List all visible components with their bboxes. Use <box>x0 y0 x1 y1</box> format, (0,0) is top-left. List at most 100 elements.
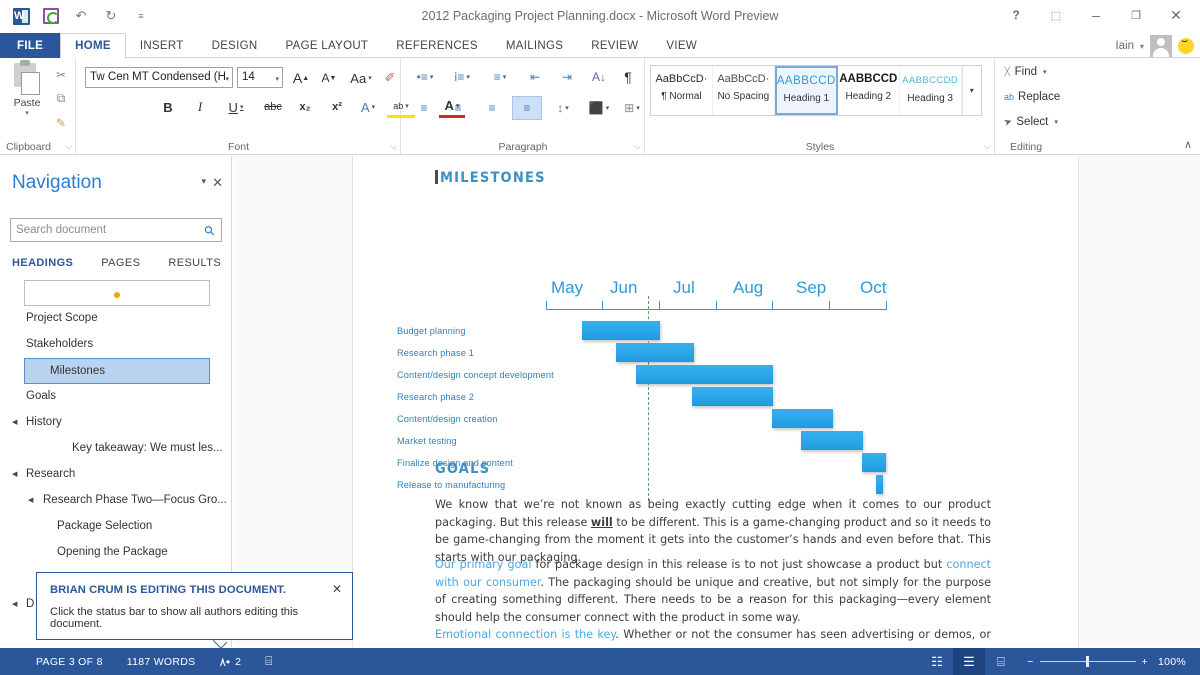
line-spacing-icon[interactable]: ↕▾ <box>548 97 578 119</box>
styles-dialog-launcher-icon[interactable]: ⌵ <box>984 141 991 152</box>
tab-home[interactable]: HOME <box>60 33 126 59</box>
account-chevron-down-icon[interactable]: ▾ <box>1140 42 1144 51</box>
justify-button[interactable]: ≡ <box>512 96 542 120</box>
text-effects-icon[interactable]: A▾ <box>355 96 381 118</box>
format-painter-icon[interactable]: ✎ <box>50 112 72 133</box>
strikethrough-button[interactable]: abc <box>259 96 287 118</box>
clear-formatting-icon[interactable]: ✐ <box>379 67 401 89</box>
find-chevron-down-icon[interactable]: ▾ <box>1043 68 1047 76</box>
shrink-font-icon[interactable]: A▼ <box>317 67 341 89</box>
web-layout-button[interactable]: ⌸ <box>985 648 1017 675</box>
heading-research[interactable]: ◀ Research <box>0 462 232 488</box>
heading-history[interactable]: ◀ History <box>0 410 232 436</box>
tab-mailings[interactable]: MAILINGS <box>492 33 577 58</box>
heading-opening-the-package[interactable]: Opening the Package <box>0 540 232 566</box>
heading-placeholder-item[interactable] <box>0 280 232 306</box>
tab-view[interactable]: VIEW <box>652 33 711 58</box>
font-name-chevron-down-icon[interactable]: ▾ <box>225 75 229 83</box>
grow-font-icon[interactable]: A▲ <box>289 67 313 89</box>
help-button[interactable]: ? <box>996 2 1036 28</box>
styles-more-chevron-down-icon[interactable]: ▾ <box>962 66 981 115</box>
callout-close-icon[interactable]: ✕ <box>332 582 342 596</box>
select-chevron-down-icon[interactable]: ▾ <box>1054 118 1058 126</box>
expand-triangle-icon[interactable]: ◀ <box>12 592 17 618</box>
change-case-icon[interactable]: Aa▾ <box>347 67 375 89</box>
style-normal[interactable]: AaBbCcD· ¶ Normal <box>651 66 713 115</box>
select-button[interactable]: ➤ Select ▾ <box>1004 116 1058 128</box>
word-count[interactable]: 1187 WORDS <box>115 648 208 675</box>
decrease-indent-icon[interactable]: ⇤ <box>522 66 548 88</box>
borders-icon[interactable]: ⊞▾ <box>618 97 646 119</box>
navigation-options-chevron-down-icon[interactable]: ▾ <box>201 176 206 187</box>
heading-package-selection[interactable]: Package Selection <box>0 514 232 540</box>
replace-button[interactable]: ab Replace <box>1004 91 1060 103</box>
nav-tab-results[interactable]: RESULTS <box>154 257 235 269</box>
underline-button[interactable]: U▾ <box>221 96 251 118</box>
font-name-input[interactable]: Tw Cen MT Condensed (H ▾ <box>85 67 233 88</box>
minimize-button[interactable]: – <box>1076 2 1116 28</box>
document-area[interactable]: MILESTONES May Jun Jul Aug Sep Oct Budg <box>233 156 1200 647</box>
style-heading-2[interactable]: AABBCCD Heading 2 <box>838 66 900 115</box>
zoom-level[interactable]: 100% <box>1158 656 1200 668</box>
nav-tab-pages[interactable]: PAGES <box>87 257 154 269</box>
tab-page-layout[interactable]: PAGE LAYOUT <box>272 33 383 58</box>
zoom-control[interactable]: − + <box>1017 656 1158 668</box>
navigation-close-icon[interactable]: ✕ <box>212 175 223 191</box>
paste-chevron-down-icon[interactable]: ▾ <box>6 109 48 117</box>
italic-button[interactable]: I <box>189 96 211 118</box>
heading-stakeholders[interactable]: Stakeholders <box>0 332 232 358</box>
user-name-label[interactable]: Iain <box>1115 40 1134 52</box>
zoom-slider-thumb[interactable] <box>1086 656 1089 667</box>
search-document-box[interactable]: ⚲ <box>10 218 222 242</box>
heading-milestones[interactable]: Milestones <box>0 358 232 384</box>
heading-key-takeaway[interactable]: Key takeaway: We must les... <box>0 436 232 462</box>
restore-button[interactable]: ❐ <box>1116 2 1156 28</box>
nav-tab-headings[interactable]: HEADINGS <box>10 257 87 269</box>
heading-research-phase-two[interactable]: ◀ Research Phase Two—Focus Gro... <box>0 488 232 514</box>
zoom-out-button[interactable]: − <box>1027 656 1033 668</box>
tab-design[interactable]: DESIGN <box>198 33 272 58</box>
read-mode-button[interactable]: ☷ <box>921 648 953 675</box>
search-input[interactable] <box>11 219 191 241</box>
align-left-button[interactable]: ≡ <box>410 97 438 119</box>
expand-triangle-icon[interactable]: ◀ <box>12 462 17 488</box>
heading-project-scope[interactable]: Project Scope <box>0 306 232 332</box>
style-heading-1[interactable]: AABBCCD Heading 1 <box>775 66 838 115</box>
tab-file[interactable]: FILE <box>0 33 60 58</box>
document-page[interactable]: MILESTONES May Jun Jul Aug Sep Oct Budg <box>352 156 1079 647</box>
zoom-slider[interactable] <box>1040 661 1136 662</box>
increase-indent-icon[interactable]: ⇥ <box>554 66 580 88</box>
show-formatting-marks-icon[interactable]: ¶ <box>616 66 640 88</box>
avatar[interactable] <box>1150 35 1172 57</box>
paragraph-dialog-launcher-icon[interactable]: ⌵ <box>634 141 641 152</box>
feedback-smiley-icon[interactable] <box>1178 38 1194 54</box>
bullets-icon[interactable]: •≡▾ <box>410 66 440 88</box>
clipboard-dialog-launcher-icon[interactable]: ⌵ <box>65 141 72 152</box>
tab-review[interactable]: REVIEW <box>577 33 652 58</box>
zoom-in-button[interactable]: + <box>1142 656 1148 668</box>
sort-icon[interactable]: A↓ <box>586 66 612 88</box>
search-icon[interactable]: ⚲ <box>201 222 219 240</box>
tab-references[interactable]: REFERENCES <box>382 33 492 58</box>
expand-triangle-icon[interactable]: ◀ <box>28 488 33 514</box>
style-heading-3[interactable]: AABBCCDD Heading 3 <box>900 66 962 115</box>
heading-goals[interactable]: Goals <box>0 384 232 410</box>
tab-insert[interactable]: INSERT <box>126 33 198 58</box>
cut-icon[interactable]: ✂ <box>50 64 72 85</box>
superscript-button[interactable]: x² <box>325 96 349 118</box>
align-right-button[interactable]: ≡ <box>478 97 506 119</box>
print-layout-button[interactable]: ☰ <box>953 648 985 675</box>
page-indicator[interactable]: PAGE 3 OF 8 <box>0 648 115 675</box>
copy-icon[interactable]: ⧉ <box>50 88 72 109</box>
multilevel-list-icon[interactable]: ≡▾ <box>484 66 516 88</box>
numbering-icon[interactable]: ⅰ≡▾ <box>446 66 478 88</box>
proofing-status[interactable]: ⌸ <box>253 648 285 675</box>
expand-triangle-icon[interactable]: ◀ <box>12 410 17 436</box>
style-no-spacing[interactable]: AaBbCcD· No Spacing <box>713 66 775 115</box>
collapse-ribbon-icon[interactable]: ∧ <box>1184 138 1192 151</box>
close-button[interactable]: ✕ <box>1156 2 1196 28</box>
shading-icon[interactable]: ⬛▾ <box>584 97 614 119</box>
bold-button[interactable]: B <box>157 96 179 118</box>
align-center-button[interactable]: ≡ <box>444 97 472 119</box>
subscript-button[interactable]: x₂ <box>293 96 317 118</box>
